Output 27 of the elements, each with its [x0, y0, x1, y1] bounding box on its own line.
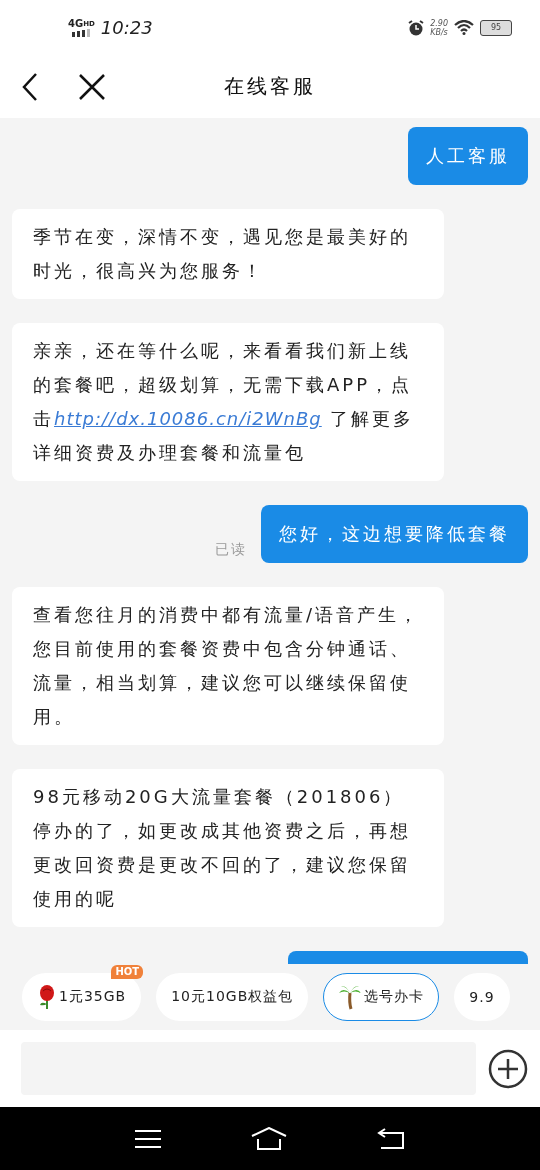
page-title: 在线客服: [224, 74, 316, 98]
wifi-icon: [454, 20, 474, 35]
message-bubble: 您好，这边想要降低套餐: [261, 505, 528, 563]
home-icon[interactable]: [251, 1126, 287, 1151]
message-bubble: 查看您往月的消费中都有流量/语音产生，您目前使用的套餐资费中包含分钟通话、流量，相当划算，建议您可以继续保留使用。: [12, 587, 444, 745]
message-bubble: 人工客服: [408, 127, 528, 185]
rose-icon: [37, 984, 57, 1010]
back-icon[interactable]: [22, 71, 38, 102]
link[interactable]: http://dx.10086.cn/i2WnBg: [54, 408, 322, 429]
message-bubble: 季节在变，深情不变，遇见您是最美好的时光，很高兴为您服务！: [12, 209, 444, 299]
back-icon[interactable]: [377, 1127, 405, 1150]
menu-icon[interactable]: [135, 1128, 161, 1149]
hot-badge: HOT: [111, 965, 144, 979]
add-icon[interactable]: [488, 1048, 528, 1089]
network-speed: 2.90 KB/s: [430, 18, 448, 37]
clock-time: 10:23: [100, 17, 153, 38]
close-icon[interactable]: [78, 72, 106, 101]
quick-reply-chip[interactable]: 10元10GB权益包: [156, 973, 309, 1021]
palm-tree-icon: [338, 984, 363, 1010]
quick-reply-chip[interactable]: 9.9: [454, 973, 510, 1021]
quick-reply-chip[interactable]: 选号办卡: [323, 973, 440, 1021]
battery-level: 95: [480, 19, 512, 36]
alarm-icon: [408, 19, 425, 36]
read-receipt: 已读: [215, 541, 247, 559]
signal-icon: [72, 28, 91, 37]
message-bubble: 98元移动20G大流量套餐（201806）停办的了，如更改成其他资费之后，再想更改回资费是更改不回的了，建议您保留使用的呢: [12, 769, 444, 927]
message-bubble: 亲亲，还在等什么呢，来看看我们新上线的套餐吧，超级划算，无需下载APP，点击 http://dx.10086.cn/i2WnBg 了解更多详细资费及办理套餐和流量包: [12, 323, 444, 481]
